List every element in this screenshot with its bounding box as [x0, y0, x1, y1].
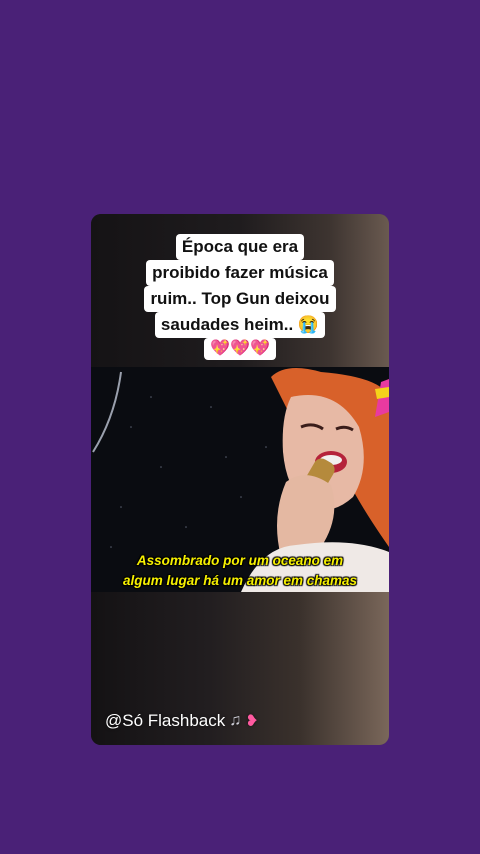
caption-line-1: Época que era	[175, 234, 305, 260]
video-subtitle-line-1: Assombrado por um oceano em	[136, 553, 344, 568]
overlay-caption: Época que era proibido fazer música ruim…	[144, 234, 336, 360]
video-frame[interactable]: Assombrado por um oceano em algum lugar …	[91, 367, 389, 592]
video-subtitle-line-2: algum lugar há um amor em chamas	[122, 573, 358, 588]
caption-line-2: proibido fazer música	[146, 260, 334, 286]
music-note-icon: ♫	[229, 712, 242, 729]
sparkling-heart-icon: 💖	[210, 340, 231, 357]
sparkling-heart-icon: 💖	[249, 340, 270, 357]
caption-line-3: ruim.. Top Gun deixou	[144, 286, 336, 312]
account-handle[interactable]: @Só Flashback ♫ ❥	[105, 711, 259, 731]
caption-hearts: 💖 💖 💖	[204, 338, 276, 360]
sparkling-heart-icon: 💖	[230, 340, 250, 357]
caption-line-4: saudades heim.. 😭	[154, 312, 326, 338]
handle-text: @Só Flashback	[105, 711, 226, 730]
video-post-card[interactable]: Época que era proibido fazer música ruim…	[91, 214, 389, 745]
heart-with-arrow-icon: ❥	[245, 713, 259, 730]
